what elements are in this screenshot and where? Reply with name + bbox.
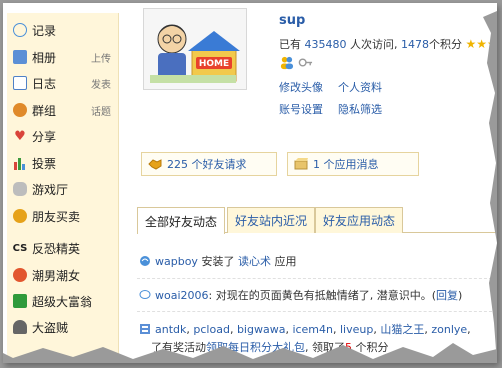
avatar[interactable]: HOME bbox=[143, 8, 247, 90]
journal-icon bbox=[13, 76, 27, 90]
sidebar-item-label: 超级大富翁 bbox=[32, 294, 93, 309]
profile-info-link[interactable]: 个人资料 bbox=[338, 79, 382, 95]
profile-stats: 已有 435480 人次访问, 1478个积分 ★★★ bbox=[279, 36, 497, 52]
photo-album-icon bbox=[13, 50, 27, 64]
feed-text: 了有奖活动 bbox=[151, 341, 206, 354]
app-messages-button[interactable]: 1 个应用消息 bbox=[287, 152, 419, 176]
badge-row bbox=[279, 55, 313, 70]
cs-logo-icon: CS bbox=[12, 242, 28, 254]
star-icon: ★ bbox=[476, 37, 488, 51]
sidebar-item-vote[interactable]: 投票 bbox=[13, 152, 117, 174]
fashion-icon bbox=[13, 268, 27, 282]
activity-icon bbox=[140, 324, 150, 334]
gamepad-icon bbox=[13, 182, 27, 196]
sidebar-item-records[interactable]: 记录 bbox=[13, 19, 117, 41]
sidebar-item-album[interactable]: 相册 上传 bbox=[13, 46, 117, 68]
sidebar-item-label: 游戏厅 bbox=[32, 182, 69, 197]
feed-user-link[interactable]: icem4n bbox=[292, 323, 333, 336]
group-icon bbox=[13, 103, 27, 117]
feed-user-link[interactable]: pcload bbox=[193, 323, 230, 336]
package-icon bbox=[294, 158, 308, 170]
feed-text: 安装了 bbox=[201, 255, 235, 268]
app-window: 记录 相册 上传 日志 发表 群组 话题 ♥ 分享 投票 游戏厅 朋友买卖 CS… bbox=[3, 3, 497, 363]
sidebar-item-thief[interactable]: 大盗贼 bbox=[13, 316, 117, 338]
feed-activity-link[interactable]: 领取每日积分大礼包 bbox=[206, 339, 305, 355]
points-suffix: 个积分 bbox=[429, 38, 462, 51]
sidebar-item-label: 相册 bbox=[32, 50, 57, 65]
sidebar-item-game-hall[interactable]: 游戏厅 bbox=[13, 178, 117, 200]
tycoon-icon bbox=[13, 294, 27, 308]
feed-divider bbox=[137, 278, 497, 279]
coins-icon bbox=[13, 209, 27, 223]
share-heart-icon: ♥ bbox=[14, 128, 26, 144]
points-count[interactable]: 1478 bbox=[401, 38, 429, 51]
visit-count[interactable]: 435480 bbox=[305, 38, 347, 51]
feed-points-value: 5 bbox=[345, 340, 352, 354]
sidebar-sub-upload[interactable]: 上传 bbox=[91, 50, 111, 65]
sidebar-item-friend-trade[interactable]: 朋友买卖 bbox=[13, 205, 117, 227]
sidebar-sub-publish[interactable]: 发表 bbox=[91, 76, 111, 91]
sidebar-item-groups[interactable]: 群组 话题 bbox=[13, 99, 117, 121]
friends-badge-icon[interactable] bbox=[279, 55, 294, 70]
privacy-filter-link[interactable]: 隐私筛选 bbox=[338, 101, 382, 117]
app-messages-label: 1 个应用消息 bbox=[313, 158, 379, 171]
reply-link[interactable]: 回复 bbox=[436, 287, 458, 303]
feed-text: : 对现在的页面黄色有抵触情绪了, 潜意识中。( bbox=[208, 289, 437, 302]
feed-text: ) bbox=[458, 288, 463, 302]
sidebar-item-label: 投票 bbox=[32, 156, 57, 171]
profile-username[interactable]: sup bbox=[279, 13, 305, 28]
app-install-icon bbox=[140, 256, 150, 266]
star-icon: ★ bbox=[487, 37, 497, 51]
sidebar-item-share[interactable]: ♥ 分享 bbox=[13, 125, 117, 147]
sidebar-item-journal[interactable]: 日志 发表 bbox=[13, 72, 117, 94]
account-settings-link[interactable]: 账号设置 bbox=[279, 101, 323, 117]
feed-item: antdk, pcload, bigwawa, icem4n, liveup, … bbox=[139, 321, 471, 337]
sidebar-item-fashion[interactable]: 潮男潮女 bbox=[13, 264, 117, 286]
sidebar: 记录 相册 上传 日志 发表 群组 话题 ♥ 分享 投票 游戏厅 朋友买卖 CS… bbox=[7, 13, 119, 363]
sidebar-item-label: 潮男潮女 bbox=[32, 268, 81, 283]
sidebar-item-label: 大盗贼 bbox=[32, 320, 69, 335]
sidebar-item-counter-strike[interactable]: CS 反恐精英 bbox=[13, 237, 117, 259]
feed-user-link[interactable]: antdk bbox=[155, 323, 186, 336]
feed-text: , 领取了 bbox=[305, 341, 345, 354]
sidebar-item-label: 反恐精英 bbox=[32, 241, 81, 256]
friend-requests-label: 225 个好友请求 bbox=[167, 158, 247, 171]
sidebar-item-label: 群组 bbox=[32, 103, 57, 118]
tab-friend-app-activity[interactable]: 好友应用动态 bbox=[315, 207, 404, 233]
tab-all-friend-activity[interactable]: 全部好友动态 bbox=[137, 207, 226, 234]
visit-suffix: 人次访问, bbox=[350, 38, 398, 51]
feed-divider bbox=[137, 311, 497, 312]
key-icon[interactable] bbox=[298, 55, 313, 70]
avatar-sign-text: HOME bbox=[199, 59, 229, 69]
star-icon: ★ bbox=[465, 37, 477, 51]
feed-user-link[interactable]: 山猫之王 bbox=[380, 321, 424, 337]
sidebar-item-label: 记录 bbox=[32, 23, 57, 38]
feed-item: wapboy 安装了 读心术 应用 bbox=[139, 253, 296, 269]
thief-icon bbox=[13, 320, 27, 334]
vote-chart-icon bbox=[13, 156, 27, 170]
feed-item-continued: 了有奖活动 领取每日积分大礼包, 领取了 5 个积分 bbox=[151, 339, 389, 355]
handshake-icon bbox=[148, 159, 162, 170]
feed-text: 应用 bbox=[274, 255, 297, 268]
edit-avatar-link[interactable]: 修改头像 bbox=[279, 79, 323, 95]
tab-friend-status[interactable]: 好友站内近况 bbox=[227, 207, 316, 233]
feed-user-link[interactable]: bigwawa bbox=[237, 323, 286, 336]
sidebar-item-tycoon[interactable]: 超级大富翁 bbox=[13, 290, 117, 312]
stats-prefix: 已有 bbox=[279, 38, 301, 51]
friend-requests-button[interactable]: 225 个好友请求 bbox=[141, 152, 277, 176]
feed-tabs: 全部好友动态 好友站内近况 好友应用动态 bbox=[137, 207, 497, 234]
feed-user-link[interactable]: liveup bbox=[340, 323, 373, 336]
speech-bubble-icon bbox=[139, 290, 151, 299]
feed-text: 个积分 bbox=[355, 341, 389, 354]
sidebar-item-label: 日志 bbox=[32, 76, 57, 91]
feed-item: woai2006: 对现在的页面黄色有抵触情绪了, 潜意识中。(回复) bbox=[139, 287, 462, 303]
feed-user-link[interactable]: zonlye bbox=[431, 323, 467, 336]
feed-user-link[interactable]: wapboy bbox=[155, 255, 198, 268]
sidebar-item-label: 分享 bbox=[32, 129, 57, 144]
sidebar-sub-topics[interactable]: 话题 bbox=[91, 103, 111, 118]
feed-user-link[interactable]: woai2006 bbox=[155, 289, 209, 302]
feed-app-link[interactable]: 读心术 bbox=[238, 253, 271, 269]
speech-bubble-icon bbox=[13, 23, 27, 37]
sidebar-item-label: 朋友买卖 bbox=[32, 209, 81, 224]
